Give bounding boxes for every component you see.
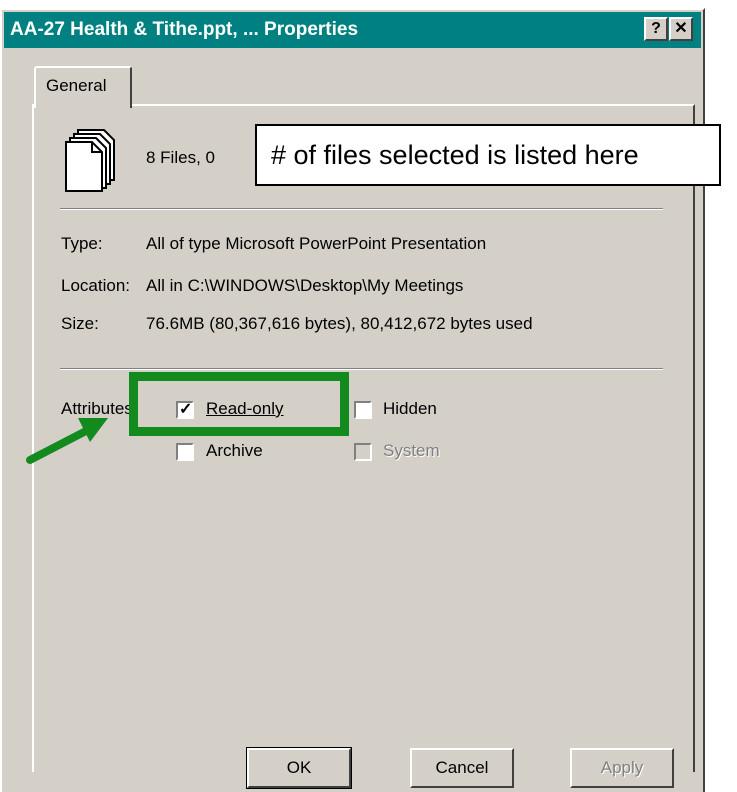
read-only-highlight-box <box>129 372 349 436</box>
system-label: System <box>383 441 440 460</box>
location-value: All in C:\WINDOWS\Desktop\My Meetings <box>146 276 464 295</box>
title-bar[interactable]: AA-27 Health & Tithe.ppt, ... Properties… <box>4 12 701 48</box>
hidden-checkbox[interactable] <box>354 401 372 419</box>
file-count-summary: 8 Files, 0 <box>146 148 215 167</box>
archive-checkbox[interactable] <box>176 443 194 461</box>
attributes-label: Attributes: <box>61 399 138 418</box>
ok-button[interactable]: OK <box>246 747 352 789</box>
size-value: 76.6MB (80,367,616 bytes), 80,412,672 by… <box>146 314 533 333</box>
help-button[interactable]: ? <box>644 17 668 41</box>
apply-button: Apply <box>570 748 674 788</box>
separator-top <box>60 208 663 210</box>
window-title: AA-27 Health & Tithe.ppt, ... Properties <box>10 19 359 40</box>
system-checkbox <box>354 443 372 461</box>
type-value: All of type Microsoft PowerPoint Present… <box>146 234 487 253</box>
location-label: Location: <box>61 276 130 295</box>
size-label: Size: <box>61 314 99 333</box>
annotation-callout: # of files selected is listed here <box>255 124 721 186</box>
annotation-callout-text: # of files selected is listed here <box>271 140 639 170</box>
close-button[interactable]: ✕ <box>669 17 693 41</box>
tab-general[interactable]: General <box>34 66 132 108</box>
separator-bottom <box>60 368 663 370</box>
file-stack-icon <box>65 129 115 192</box>
hidden-label[interactable]: Hidden <box>383 399 437 419</box>
cancel-button[interactable]: Cancel <box>410 748 514 788</box>
general-tab-panel <box>32 104 695 772</box>
archive-label[interactable]: Archive <box>206 441 263 461</box>
tab-general-label: General <box>46 76 107 95</box>
type-label: Type: <box>61 234 103 253</box>
